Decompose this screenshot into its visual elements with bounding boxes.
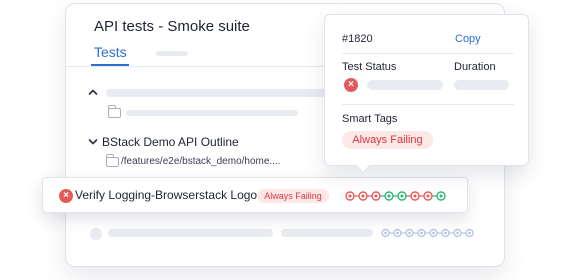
test-status-label: Test Status: [342, 61, 397, 73]
run-history: [345, 191, 446, 201]
skeleton-test-name: [108, 229, 273, 237]
faded-run-history: [381, 228, 474, 238]
chevron-up-icon[interactable]: [88, 88, 98, 99]
run-dot-center: [444, 231, 447, 235]
run-dot-center: [361, 194, 365, 198]
run-dot-center: [408, 231, 411, 235]
chevron-down-icon[interactable]: [88, 138, 98, 149]
run-dot-center: [426, 194, 430, 198]
test-details-popover: #1820 Copy Test Status Duration × Smart …: [324, 14, 529, 174]
run-dot-center: [456, 231, 459, 235]
x-circle-icon: ×: [59, 189, 73, 203]
run-dot-center: [400, 194, 404, 198]
run-dot-center: [420, 231, 423, 235]
copy-link[interactable]: Copy: [455, 33, 481, 45]
run-dot-center: [384, 231, 387, 235]
test-group-path: /features/e2e/bstack_demo/home....: [121, 156, 281, 167]
status-placeholder-icon: [90, 228, 102, 240]
test-id: #1820: [342, 33, 373, 45]
divider: [342, 53, 514, 54]
page-title: API tests - Smoke suite: [94, 18, 250, 35]
skeleton-group-title: [106, 89, 326, 97]
skeleton-duration: [454, 80, 509, 90]
tab-tests[interactable]: Tests: [94, 44, 127, 60]
test-row[interactable]: × Verify Logging-Browserstack Logo Alway…: [42, 177, 468, 213]
folder-icon: [107, 105, 121, 118]
run-dot-center: [348, 194, 352, 198]
run-dot-center: [413, 194, 417, 198]
test-name[interactable]: Verify Logging-Browserstack Logo: [75, 188, 257, 202]
run-dot-center: [439, 194, 443, 198]
skeleton-status: [367, 80, 443, 90]
duration-label: Duration: [454, 61, 496, 73]
smart-tags-label: Smart Tags: [342, 113, 398, 125]
status-badge: Always Failing: [257, 189, 329, 203]
tab-placeholder[interactable]: [156, 51, 188, 56]
run-dot-center: [387, 194, 391, 198]
skeleton-test-tag: [281, 229, 373, 237]
run-dot-center: [468, 231, 471, 235]
divider: [342, 104, 514, 105]
run-dot-center: [432, 231, 435, 235]
x-circle-icon: ×: [344, 78, 358, 92]
smart-tag-badge: Always Failing: [342, 131, 433, 149]
run-dot-center: [374, 194, 378, 198]
test-group-name[interactable]: BStack Demo API Outline: [102, 135, 239, 149]
skeleton-group-path: [126, 110, 298, 116]
run-dot-center: [396, 231, 399, 235]
folder-icon: [105, 154, 119, 167]
